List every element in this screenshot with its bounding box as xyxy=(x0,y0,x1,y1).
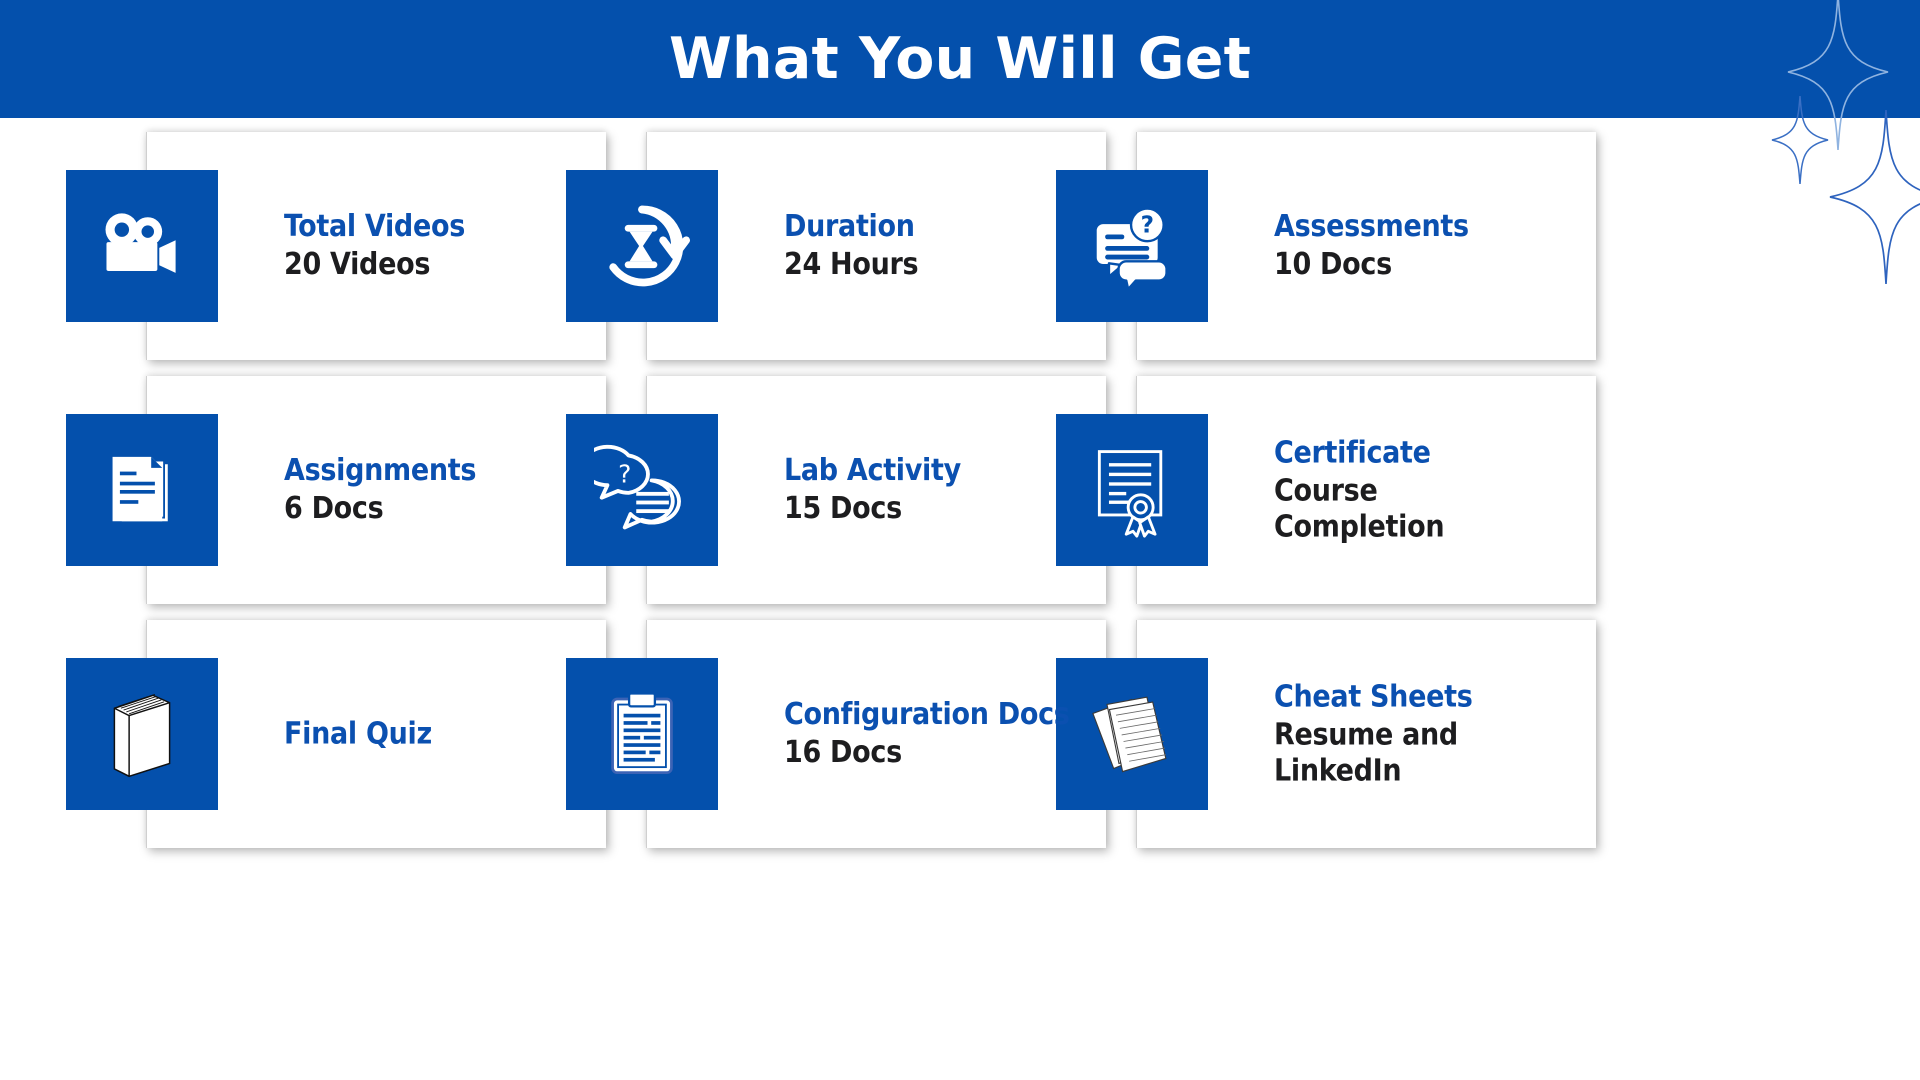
card-title: Assessments xyxy=(1274,209,1469,245)
card-value: Resume and LinkedIn xyxy=(1274,717,1458,789)
card-title: Cheat Sheets xyxy=(1274,679,1473,715)
card-value: 15 Docs xyxy=(784,491,902,527)
header-bar: What You Will Get xyxy=(0,0,1920,118)
card-title: Duration xyxy=(784,209,915,245)
card-title: Assignments xyxy=(284,453,477,489)
feature-card-cheat-sheets[interactable]: Cheat Sheets Resume and LinkedIn xyxy=(1056,620,1616,848)
feature-card-total-videos[interactable]: Total Videos 20 Videos xyxy=(66,132,626,360)
card-value: 6 Docs xyxy=(284,491,384,527)
card-title: Final Quiz xyxy=(284,716,432,752)
card-title: Certificate xyxy=(1274,435,1431,471)
feature-card-duration[interactable]: Duration 24 Hours xyxy=(566,132,1126,360)
feature-card-lab-activity[interactable]: ? Lab Activity 15 Docs xyxy=(566,376,1126,604)
card-text-block: Assignments 6 Docs xyxy=(284,453,614,527)
card-text-block: Certificate Course Completion xyxy=(1274,435,1604,544)
feature-card-assessments[interactable]: ? Assessments 10 Docs xyxy=(1056,132,1616,360)
card-text-block: Assessments 10 Docs xyxy=(1274,209,1604,283)
documents-stack-icon xyxy=(66,414,218,566)
card-text-block: Configuration Docs 16 Docs xyxy=(784,697,1114,771)
card-value: 20 Videos xyxy=(284,247,431,283)
book-icon xyxy=(66,658,218,810)
card-text-block: Cheat Sheets Resume and LinkedIn xyxy=(1274,679,1604,788)
feature-card-configuration-docs[interactable]: Configuration Docs 16 Docs xyxy=(566,620,1126,848)
card-text-block: Total Videos 20 Videos xyxy=(284,209,614,283)
video-camera-icon xyxy=(66,170,218,322)
card-title: Configuration Docs xyxy=(784,697,1070,733)
cards-grid: Total Videos 20 Videos Duration 24 Hours ?… xyxy=(0,118,1920,1080)
card-value: Course Completion xyxy=(1274,473,1445,545)
page-title: What You Will Get xyxy=(668,25,1252,92)
card-value: 16 Docs xyxy=(784,735,902,771)
card-text-block: Lab Activity 15 Docs xyxy=(784,453,1114,527)
card-value: 10 Docs xyxy=(1274,247,1392,283)
card-text-block: Final Quiz xyxy=(284,716,614,751)
card-title: Lab Activity xyxy=(784,453,961,489)
svg-text:?: ? xyxy=(1141,213,1154,239)
card-title: Total Videos xyxy=(284,209,465,245)
feature-card-certificate[interactable]: Certificate Course Completion xyxy=(1056,376,1616,604)
card-text-block: Duration 24 Hours xyxy=(784,209,1114,283)
feature-card-final-quiz[interactable]: Final Quiz xyxy=(66,620,626,848)
feature-card-assignments[interactable]: Assignments 6 Docs xyxy=(66,376,626,604)
svg-text:?: ? xyxy=(618,459,631,488)
card-value: 24 Hours xyxy=(784,247,919,283)
